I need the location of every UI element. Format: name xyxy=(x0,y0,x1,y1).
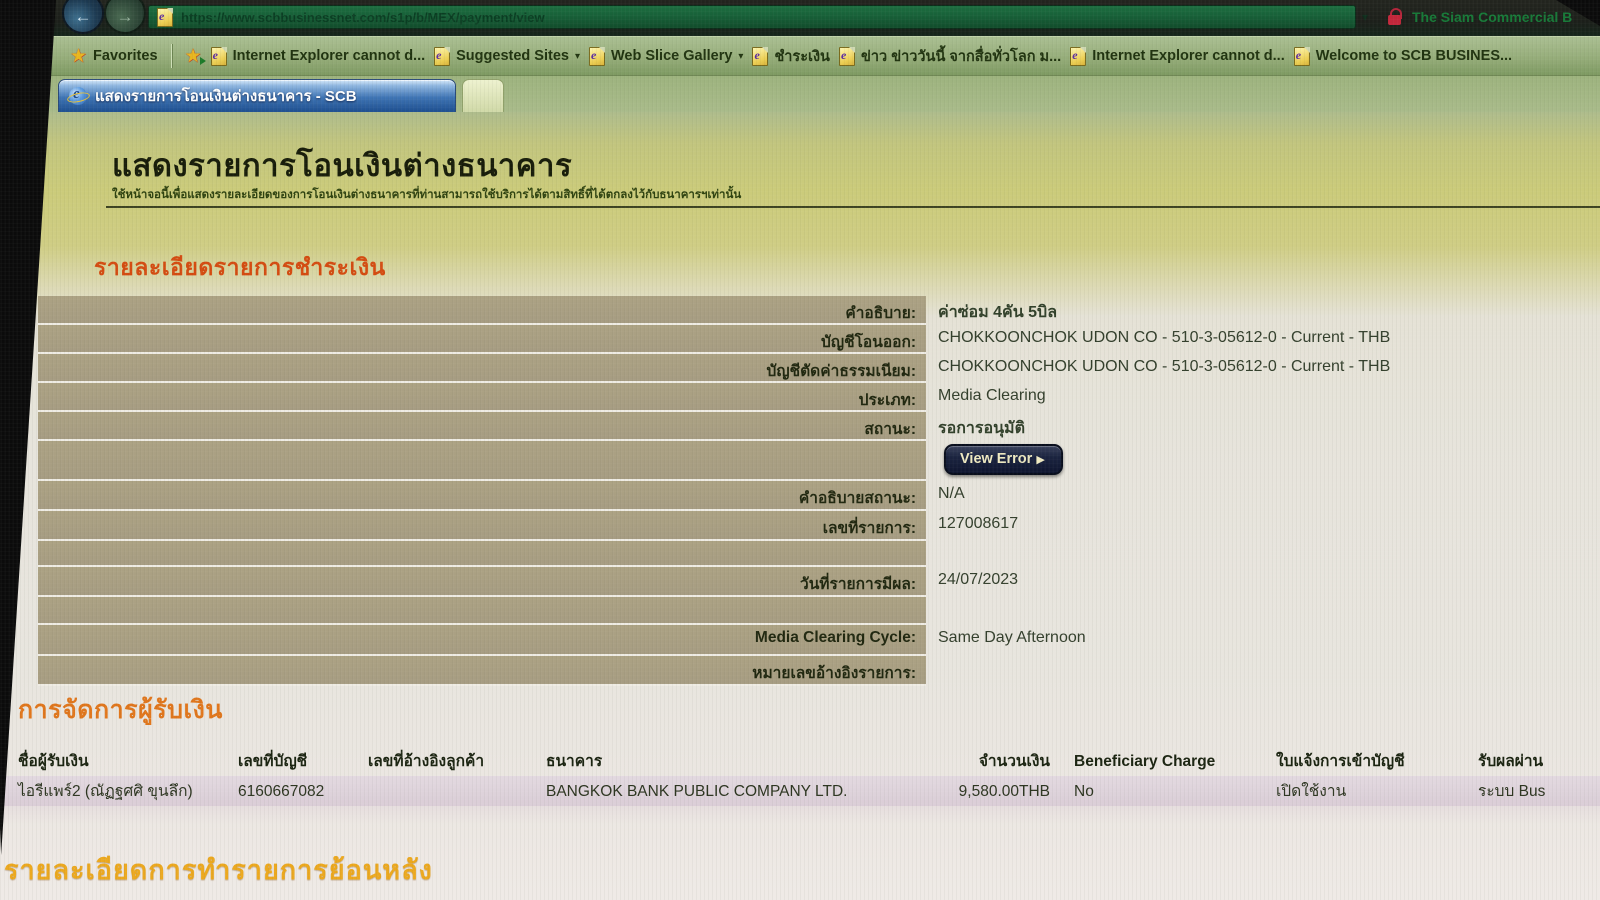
favorite-item-suggested-sites[interactable]: Suggested Sites ▾ xyxy=(434,46,580,66)
col-bank: ธนาคาร xyxy=(546,753,603,770)
add-favorite-star-icon: ★ xyxy=(184,45,206,67)
favorites-button[interactable]: ★ Favorites xyxy=(70,47,158,66)
tab-title: แสดงรายการโอนเงินต่างธนาคาร - SCB xyxy=(95,88,357,105)
row-effective-date: วันที่รายการมีผล: 24/07/2023 xyxy=(38,567,1562,597)
beneficiary-table-header: ชื่อผู้รับเงิน เลขที่บัญชี เลขที่อ้างอิง… xyxy=(0,748,1600,776)
page-icon xyxy=(210,46,227,66)
col-amount: จำนวนเงิน xyxy=(978,753,1050,770)
divider xyxy=(170,44,172,68)
favorite-item-1[interactable]: Internet Explorer cannot d... xyxy=(210,46,425,66)
add-to-favorites-button[interactable]: ★ xyxy=(184,45,206,67)
address-bar[interactable]: https://www.scbbusinessnet.com/s1p/b/MEX… xyxy=(148,5,1356,29)
row-transaction-number: เลขที่รายการ: 127008617 xyxy=(38,511,1562,541)
url-text: https://www.scbbusinessnet.com/s1p/b/MEX… xyxy=(181,9,545,25)
tab-bar: แสดงรายการโอนเงินต่างธนาคาร - SCB xyxy=(0,76,1600,113)
col-name: ชื่อผู้รับเงิน xyxy=(18,753,89,770)
row-reference-number: หมายเลขอ้างอิงรายการ: xyxy=(38,656,1562,686)
payment-details-panel: คำอธิบาย: ค่าซ่อม 4คัน 5บิล บัญชีโอนออก:… xyxy=(38,296,1562,686)
col-beneficiary-charge: Beneficiary Charge xyxy=(1074,753,1216,770)
row-fee-account: บัญชีตัดค่าธรรมเนียม: CHOKKOONCHOK UDON … xyxy=(38,354,1562,383)
tab-transfer-list[interactable]: แสดงรายการโอนเงินต่างธนาคาร - SCB xyxy=(58,79,456,112)
page-icon xyxy=(752,46,769,66)
page-icon xyxy=(1070,46,1087,66)
favorites-bar: ★ Favorites ★ Internet Explorer cannot d… xyxy=(0,36,1600,76)
favorite-item-web-slice-gallery[interactable]: Web Slice Gallery ▾ xyxy=(588,46,744,66)
address-dropdown-icon[interactable]: ▾ xyxy=(1362,10,1368,24)
back-arrow-icon: ← xyxy=(74,7,92,26)
cell-amount: 9,580.00THB xyxy=(958,783,1050,800)
browser-chrome: ← → https://www.scbbusinessnet.com/s1p/b… xyxy=(0,0,1600,36)
row-view-error: View Error ▶ xyxy=(38,441,1562,481)
row-blank xyxy=(38,541,1562,567)
payment-details-heading: รายละเอียดรายการชำระเงิน xyxy=(94,254,386,280)
forward-arrow-icon: → xyxy=(116,7,134,26)
secure-site-name[interactable]: The Siam Commercial B xyxy=(1412,9,1572,25)
caret-right-icon: ▶ xyxy=(1036,454,1045,466)
new-tab-button[interactable] xyxy=(462,79,504,113)
divider xyxy=(106,206,1600,208)
cell-beneficiary-charge: No xyxy=(1074,783,1094,800)
view-error-button[interactable]: View Error ▶ xyxy=(944,444,1063,475)
col-account: เลขที่บัญชี xyxy=(238,753,308,770)
forward-button[interactable]: → xyxy=(104,0,146,34)
favorite-item-7[interactable]: Welcome to SCB BUSINES... xyxy=(1293,46,1512,66)
row-media-clearing-cycle: Media Clearing Cycle: Same Day Afternoon xyxy=(38,625,1562,656)
row-type: ประเภท: Media Clearing xyxy=(38,383,1562,412)
favorite-item-5[interactable]: ข่าว ข่าววันนี้ จากสื่อทั่วโลก ม... xyxy=(838,45,1061,68)
row-blank xyxy=(38,597,1562,625)
beneficiary-table: ชื่อผู้รับเงิน เลขที่บัญชี เลขที่อ้างอิง… xyxy=(0,748,1600,806)
row-status-description: คำอธิบายสถานะ: N/A xyxy=(38,481,1562,511)
page-title: แสดงรายการโอนเงินต่างธนาคาร xyxy=(112,148,573,183)
ie-logo-icon xyxy=(69,86,87,105)
page-icon xyxy=(1293,46,1310,66)
favorite-item-6[interactable]: Internet Explorer cannot d... xyxy=(1070,46,1285,66)
row-debit-account: บัญชีโอนออก: CHOKKOONCHOK UDON CO - 510-… xyxy=(38,325,1562,354)
page-icon xyxy=(838,46,855,66)
page-icon xyxy=(434,46,451,66)
browser-window: ← → https://www.scbbusinessnet.com/s1p/b… xyxy=(0,0,1600,900)
history-heading: รายละเอียดการทำรายการย้อนหลัง xyxy=(4,855,433,885)
col-credit-advice: ใบแจ้งการเข้าบัญชี xyxy=(1276,753,1405,770)
row-reflection xyxy=(0,800,1600,824)
favorites-star-icon: ★ xyxy=(70,45,88,67)
page-icon xyxy=(588,46,605,66)
page-icon xyxy=(157,7,173,27)
col-customer-ref: เลขที่อ้างอิงลูกค้า xyxy=(368,753,485,770)
col-received-via: รับผลผ่าน xyxy=(1478,753,1544,770)
favorite-item-4[interactable]: ชำระเงิน xyxy=(752,45,830,68)
chevron-down-icon: ▾ xyxy=(738,50,744,62)
back-button[interactable]: ← xyxy=(62,0,104,34)
security-lock-icon[interactable] xyxy=(1388,8,1402,26)
cell-account: 6160667082 xyxy=(238,783,325,800)
chevron-down-icon: ▾ xyxy=(574,50,580,62)
cell-bank: BANGKOK BANK PUBLIC COMPANY LTD. xyxy=(546,783,848,800)
row-description: คำอธิบาย: ค่าซ่อม 4คัน 5บิล xyxy=(38,296,1562,325)
page-content: แสดงรายการโอนเงินต่างธนาคาร ใช้หน้าจอนี้… xyxy=(0,112,1600,900)
beneficiary-heading: การจัดการผู้รับเงิน xyxy=(18,696,223,724)
row-status: สถานะ: รอการอนุมัติ xyxy=(38,412,1562,441)
favorites-label: Favorites xyxy=(93,48,158,64)
page-subtitle: ใช้หน้าจอนี้เพื่อแสดงรายละเอียดของการโอน… xyxy=(112,189,742,201)
